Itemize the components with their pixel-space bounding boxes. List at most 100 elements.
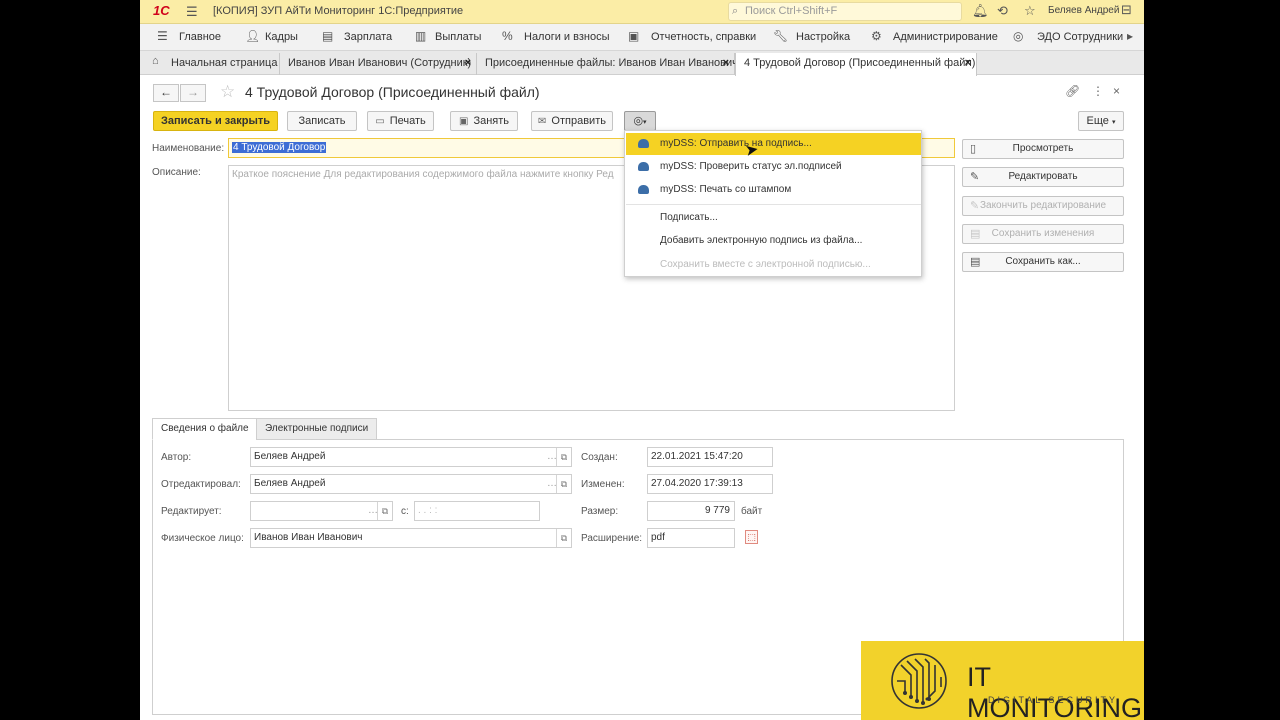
search-icon: ⌕	[732, 5, 739, 17]
app-window: 1С ☰ [КОПИЯ] ЗУП АйТи Мониторинг 1С:Пред…	[140, 0, 1144, 720]
chevron-right-icon[interactable]: ▸	[1127, 29, 1133, 43]
save-as-label: Сохранить как...	[1005, 256, 1081, 267]
menu-item-mydss-status[interactable]: myDSS: Проверить статус эл.подписей	[626, 156, 921, 178]
open-link-icon[interactable]: ⧉	[556, 475, 571, 493]
author-field[interactable]: Беляев Андрей … ⧉	[250, 447, 572, 467]
save-as-icon: ▤	[970, 256, 981, 268]
history-icon[interactable]: ⟲	[997, 3, 1008, 19]
menu-item-sign[interactable]: Подписать...	[626, 207, 921, 229]
forward-button[interactable]: →	[180, 84, 206, 102]
menu-item-edo[interactable]: ЭДО Сотрудники	[1037, 31, 1123, 43]
app-logo: 1С	[153, 3, 170, 18]
tab-file-info[interactable]: Сведения о файле	[152, 418, 258, 440]
wrench-icon: 🔧︎	[773, 29, 789, 43]
occupy-label: Занять	[473, 115, 509, 127]
extension-field: pdf	[647, 528, 735, 548]
gear-icon: ⚙	[871, 29, 882, 43]
occupy-button[interactable]: ▣ Занять	[450, 111, 518, 131]
back-button[interactable]: ←	[153, 84, 179, 102]
chevron-down-icon: ▾	[1111, 119, 1116, 126]
printer-icon: ▭	[375, 116, 385, 127]
edit-label: Редактировать	[1008, 171, 1078, 182]
menu-item-save-with-signature[interactable]: Сохранить вместе с электронной подписью.…	[626, 254, 921, 276]
send-button[interactable]: ✉ Отправить	[531, 111, 613, 131]
disk-icon: ▤	[970, 228, 981, 240]
close-icon[interactable]: ×	[1113, 84, 1120, 98]
lock-icon: ▣	[458, 116, 469, 127]
author-value: Беляев Андрей	[254, 451, 326, 462]
tab-employee[interactable]: Иванов Иван Иванович (Сотрудник) ×	[280, 53, 477, 75]
menu-item-salary[interactable]: Зарплата	[344, 31, 392, 43]
print-button[interactable]: ▭ Печать	[367, 111, 434, 131]
modified-field: 27.04.2020 17:39:13	[647, 474, 773, 494]
app-title: [КОПИЯ] ЗУП АйТи Мониторинг 1С:Предприят…	[213, 5, 464, 17]
tab-label: Иванов Иван Иванович (Сотрудник)	[288, 57, 472, 69]
more-label: Еще	[1086, 115, 1109, 127]
signature-menu-button[interactable]: ◎▾	[624, 111, 656, 131]
finish-editing-button[interactable]: ✎ Закончить редактирование	[962, 196, 1124, 216]
menu-item-admin[interactable]: Администрирование	[893, 31, 998, 43]
watermark-subtitle: DIGITAL SECURITY	[988, 695, 1119, 705]
menu-item-taxes[interactable]: Налоги и взносы	[524, 31, 610, 43]
person-label: Физическое лицо:	[161, 533, 244, 544]
save-and-close-button[interactable]: Записать и закрыть	[153, 111, 278, 131]
editing-field[interactable]: … ⧉	[250, 501, 393, 521]
menu-item-payments[interactable]: Выплаты	[435, 31, 481, 43]
close-icon[interactable]: ×	[723, 53, 729, 73]
menu-item-main[interactable]: Главное	[179, 31, 221, 43]
menu-item-label: Подписать...	[660, 212, 718, 223]
menu-icon[interactable]: ☰	[186, 4, 198, 20]
edited-by-label: Отредактировал:	[161, 479, 241, 490]
editing-label: Редактирует:	[161, 506, 222, 517]
since-field[interactable]: . . : :	[414, 501, 540, 521]
bell-icon[interactable]: 🔔︎	[972, 3, 989, 19]
tab-label: Присоединенные файлы: Иванов Иван Иванов…	[485, 57, 738, 69]
menu-item-mydss-send[interactable]: myDSS: Отправить на подпись...	[626, 133, 921, 155]
link-icon[interactable]: 🔗︎	[1065, 84, 1080, 98]
menu-item-staff[interactable]: Кадры	[265, 31, 298, 43]
menu-item-label: Сохранить вместе с электронной подписью.…	[660, 259, 871, 270]
circuit-logo-icon	[891, 653, 947, 709]
person-field[interactable]: Иванов Иван Иванович ⧉	[250, 528, 572, 548]
tab-signatures[interactable]: Электронные подписи	[256, 418, 378, 440]
main-menu: ☰ Главное 👤︎ Кадры ▤ Зарплата ▥ Выплаты …	[140, 24, 1144, 51]
chevron-down-icon: ▾	[643, 119, 647, 126]
signature-dropdown-menu: myDSS: Отправить на подпись... myDSS: Пр…	[624, 130, 922, 277]
menu-item-label: myDSS: Проверить статус эл.подписей	[660, 161, 842, 172]
view-button[interactable]: ▯ Просмотреть	[962, 139, 1124, 159]
save-as-button[interactable]: ▤ Сохранить как...	[962, 252, 1124, 272]
menu-item-mydss-print[interactable]: myDSS: Печать со штампом	[626, 179, 921, 201]
open-link-icon[interactable]: ⧉	[556, 529, 571, 547]
open-link-icon[interactable]: ⧉	[556, 448, 571, 466]
name-label: Наименование:	[152, 143, 225, 154]
search-input[interactable]: ⌕ Поиск Ctrl+Shift+F	[728, 2, 962, 21]
size-field: 9 779	[647, 501, 735, 521]
finish-label: Закончить редактирование	[979, 200, 1107, 211]
created-value: 22.01.2021 15:47:20	[651, 451, 743, 462]
tab-contract[interactable]: 4 Трудовой Договор (Присоединенный файл)…	[735, 53, 977, 76]
favorite-star-icon[interactable]: ☆	[220, 82, 235, 102]
system-menu-icon[interactable]: ⊟	[1121, 2, 1132, 18]
staff-icon: 👤︎	[245, 29, 261, 43]
open-link-icon[interactable]: ⧉	[377, 502, 392, 520]
save-changes-button[interactable]: ▤ Сохранить изменения	[962, 224, 1124, 244]
close-icon[interactable]: ×	[465, 53, 471, 73]
favorites-star-icon[interactable]: ☆	[1024, 3, 1036, 19]
modified-label: Изменен:	[581, 479, 625, 490]
signature-icon: ◎	[633, 115, 644, 127]
save-button[interactable]: Записать	[287, 111, 357, 131]
tab-attached-files[interactable]: Присоединенные файлы: Иванов Иван Иванов…	[477, 53, 738, 75]
tab-home[interactable]: Начальная страница	[164, 53, 280, 75]
menu-item-reports[interactable]: Отчетность, справки	[651, 31, 756, 43]
extension-value: pdf	[651, 532, 665, 543]
menu-item-settings[interactable]: Настройка	[796, 31, 850, 43]
more-vertical-icon[interactable]: ⋮	[1092, 84, 1104, 98]
size-label: Размер:	[581, 506, 619, 517]
document-icon: ▯	[970, 143, 977, 155]
close-icon[interactable]: ×	[965, 53, 971, 73]
menu-item-add-signature[interactable]: Добавить электронную подпись из файла...	[626, 230, 921, 252]
edited-by-field[interactable]: Беляев Андрей … ⧉	[250, 474, 572, 494]
more-button[interactable]: Еще ▾	[1078, 111, 1124, 131]
edit-button[interactable]: ✎ Редактировать	[962, 167, 1124, 187]
current-user[interactable]: Беляев Андрей	[1048, 5, 1119, 16]
